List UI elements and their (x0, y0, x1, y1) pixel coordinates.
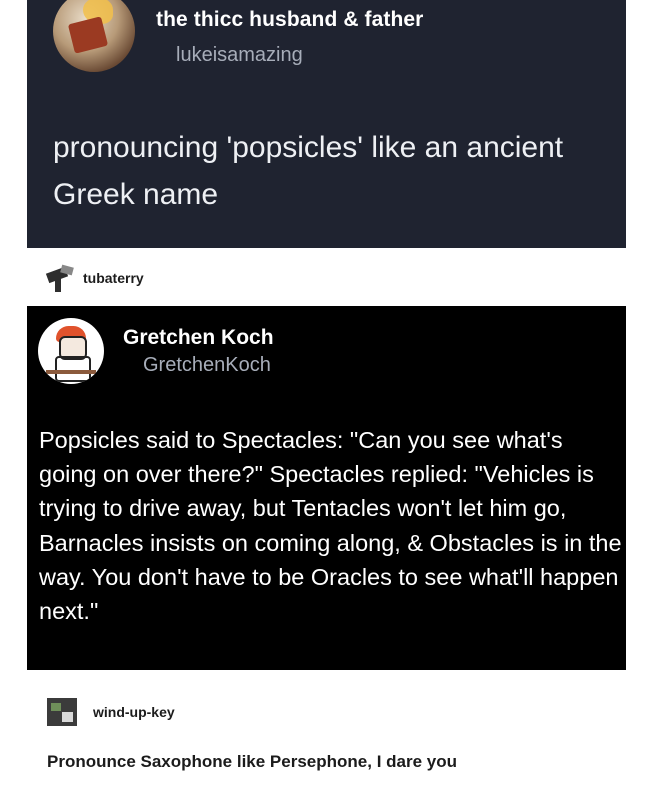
reblog-comment: Pronounce Saxophone like Persephone, I d… (47, 752, 457, 771)
tweet-card-1: the thicc husband & father lukeisamazing… (27, 0, 626, 248)
avatar-art-box (67, 16, 109, 54)
reblogger-avatar[interactable] (47, 698, 77, 726)
tweet-card-2: Gretchen Koch GretchenKoch Popsicles sai… (27, 306, 626, 670)
post-text: Popsicles said to Spectacles: "Can you s… (39, 427, 622, 625)
username[interactable]: lukeisamazing (176, 44, 303, 67)
user-avatar[interactable] (53, 0, 135, 72)
display-name[interactable]: Gretchen Koch (123, 326, 274, 350)
username[interactable]: GretchenKoch (143, 354, 271, 377)
reblogger-username[interactable]: tubaterry (83, 270, 144, 286)
reblogger-avatar[interactable] (45, 264, 75, 292)
post-text: pronouncing 'popsicles' like an ancient … (53, 131, 564, 211)
user-avatar[interactable] (38, 318, 104, 384)
reblog-header-1: tubaterry (45, 263, 144, 293)
reblogger-username[interactable]: wind-up-key (93, 704, 175, 720)
display-name[interactable]: the thicc husband & father (156, 8, 423, 32)
reblog-header-2: wind-up-key (47, 697, 175, 727)
